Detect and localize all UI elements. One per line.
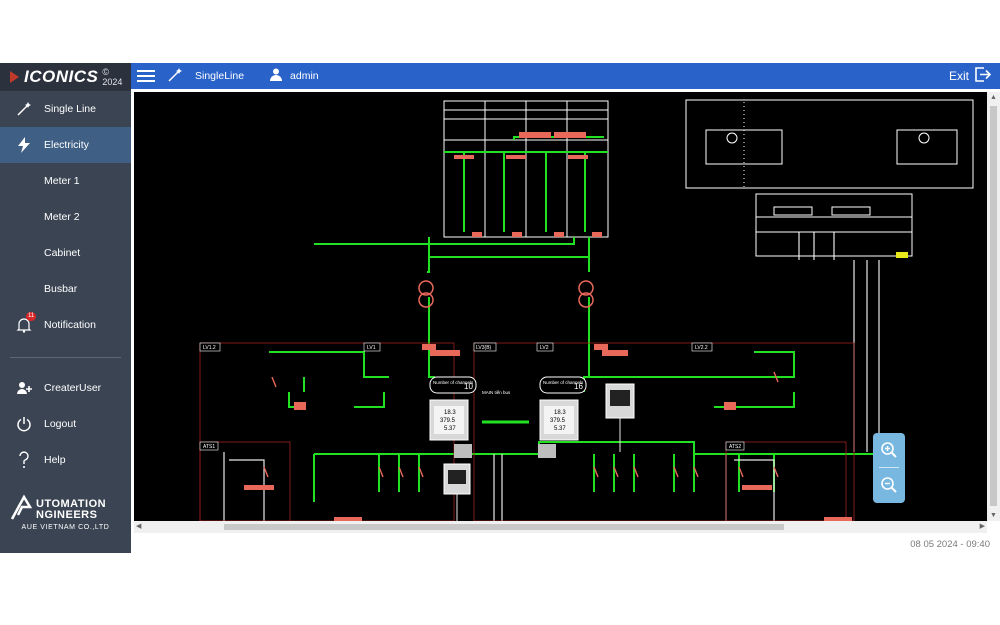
panel-label: LV2.2 [695, 345, 708, 351]
power-meter-2: 18.3 379.5 5.37 [539, 399, 579, 441]
generator-panel [685, 99, 974, 257]
wand-icon [12, 97, 36, 121]
sidebar-item-label: Notification [44, 319, 96, 331]
meter-value: 18.3 [554, 410, 566, 416]
meter-value: 5.37 [554, 426, 566, 432]
sidebar-divider [10, 357, 121, 358]
sidebar-item-label: Meter 1 [44, 175, 80, 187]
panel-label: LV1 [367, 345, 376, 351]
scroll-up-icon[interactable]: ▲ [990, 94, 997, 101]
transformers [418, 280, 594, 308]
lightning-icon [12, 133, 36, 157]
sidebar-item-label: Single Line [44, 103, 96, 115]
sidebar: ICONICS © 2024 Single Line Electricity M… [0, 63, 131, 553]
scroll-down-icon[interactable]: ▼ [990, 512, 997, 519]
meter-value: 379.5 [440, 418, 456, 424]
channel-counter-1: Number of channels 10 [429, 376, 477, 394]
zoom-out-icon[interactable] [873, 468, 905, 502]
sidebar-item-label: Meter 2 [44, 211, 80, 223]
panel-label: LV2 [540, 345, 549, 351]
sidebar-item-meter-1[interactable]: Meter 1 [0, 163, 131, 199]
sidebar-item-create-user[interactable]: CreaterUser [0, 370, 131, 406]
hamburger-menu-icon[interactable] [137, 67, 155, 85]
app-window: ICONICS © 2024 Single Line Electricity M… [0, 63, 1000, 553]
sidebar-item-label: CreaterUser [44, 382, 102, 394]
main-switchgear [443, 100, 609, 238]
panel-label: LV1.2 [203, 345, 216, 351]
scroll-thumb[interactable] [224, 524, 784, 530]
busbar-lines [269, 136, 879, 502]
brand-year: © 2024 [102, 67, 123, 87]
brand-logo: ICONICS © 2024 [0, 63, 131, 91]
meter-value: 379.5 [550, 418, 566, 424]
tie-label: MAIN tiến bus [482, 390, 511, 395]
panel-outlines [199, 342, 855, 521]
single-line-diagram[interactable]: Number of channels 10 Number of channels… [134, 92, 987, 521]
power-meter-1: 18.3 379.5 5.37 [429, 399, 469, 441]
zoom-controls [873, 433, 905, 503]
aux-meters [443, 383, 635, 521]
sidebar-item-label: Busbar [44, 283, 78, 295]
brand-name: ICONICS [24, 67, 99, 86]
power-icon [12, 412, 36, 436]
counter-value: 16 [574, 382, 583, 391]
breakers [244, 132, 852, 521]
meter-value: 18.3 [444, 410, 456, 416]
scroll-right-icon[interactable]: ▶ [980, 522, 985, 530]
diagram-canvas: Number of channels 10 Number of channels… [131, 89, 1000, 537]
company-logo: UTOMATION NGINEERS AUE VIETNAM CO.,LTD [8, 494, 123, 531]
vertical-scrollbar[interactable]: ▲ ▼ [987, 92, 1000, 521]
sidebar-item-meter-2[interactable]: Meter 2 [0, 199, 131, 235]
notification-badge: 11 [26, 312, 37, 321]
sidebar-item-help[interactable]: Help [0, 442, 131, 478]
meter-value: 5.37 [444, 426, 456, 432]
horizontal-scrollbar[interactable]: ◀ ▶ [134, 521, 987, 533]
company-name: AUE VIETNAM CO.,LTD [21, 524, 110, 531]
panel-label: ATS1 [203, 444, 215, 450]
exit-icon[interactable] [975, 67, 992, 85]
zoom-in-icon[interactable] [873, 433, 905, 467]
sidebar-item-label: Electricity [44, 139, 89, 151]
panel-label: LV3(B) [476, 345, 492, 351]
scroll-thumb[interactable] [990, 106, 997, 506]
sidebar-item-busbar[interactable]: Busbar [0, 271, 131, 307]
sidebar-item-cabinet[interactable]: Cabinet [0, 235, 131, 271]
sidebar-item-label: Logout [44, 418, 77, 430]
feeder-switches [263, 371, 779, 478]
panel-labels: LV1.2 LV1 LV3(B) LV2 LV2.2 ATS1 ATS2 [199, 342, 745, 451]
sidebar-item-logout[interactable]: Logout [0, 406, 131, 442]
page-title: SingleLine [195, 70, 245, 82]
wand-icon [167, 67, 183, 86]
scroll-left-icon[interactable]: ◀ [136, 522, 141, 530]
aue-logo-icon [10, 494, 33, 520]
exit-button[interactable]: Exit [949, 69, 969, 83]
sidebar-item-single-line[interactable]: Single Line [0, 91, 131, 127]
top-bar: SingleLine admin Exit [131, 63, 1000, 89]
logo-triangle-icon [10, 71, 19, 83]
sidebar-item-notification[interactable]: 11 Notification [0, 307, 131, 343]
status-timestamp: 08 05 2024 - 09:40 [910, 539, 990, 550]
panel-label: ATS2 [729, 444, 741, 450]
channel-counter-2: Number of channels 16 [539, 376, 587, 394]
user-icon [270, 68, 283, 84]
add-user-icon [12, 376, 36, 400]
sidebar-item-electricity[interactable]: Electricity [0, 127, 131, 163]
question-icon [12, 448, 36, 472]
sidebar-item-label: Cabinet [44, 247, 81, 259]
counter-value: 10 [464, 382, 473, 391]
indicator-lamp [896, 252, 908, 258]
user-name: admin [290, 70, 319, 82]
sidebar-item-label: Help [44, 454, 66, 466]
